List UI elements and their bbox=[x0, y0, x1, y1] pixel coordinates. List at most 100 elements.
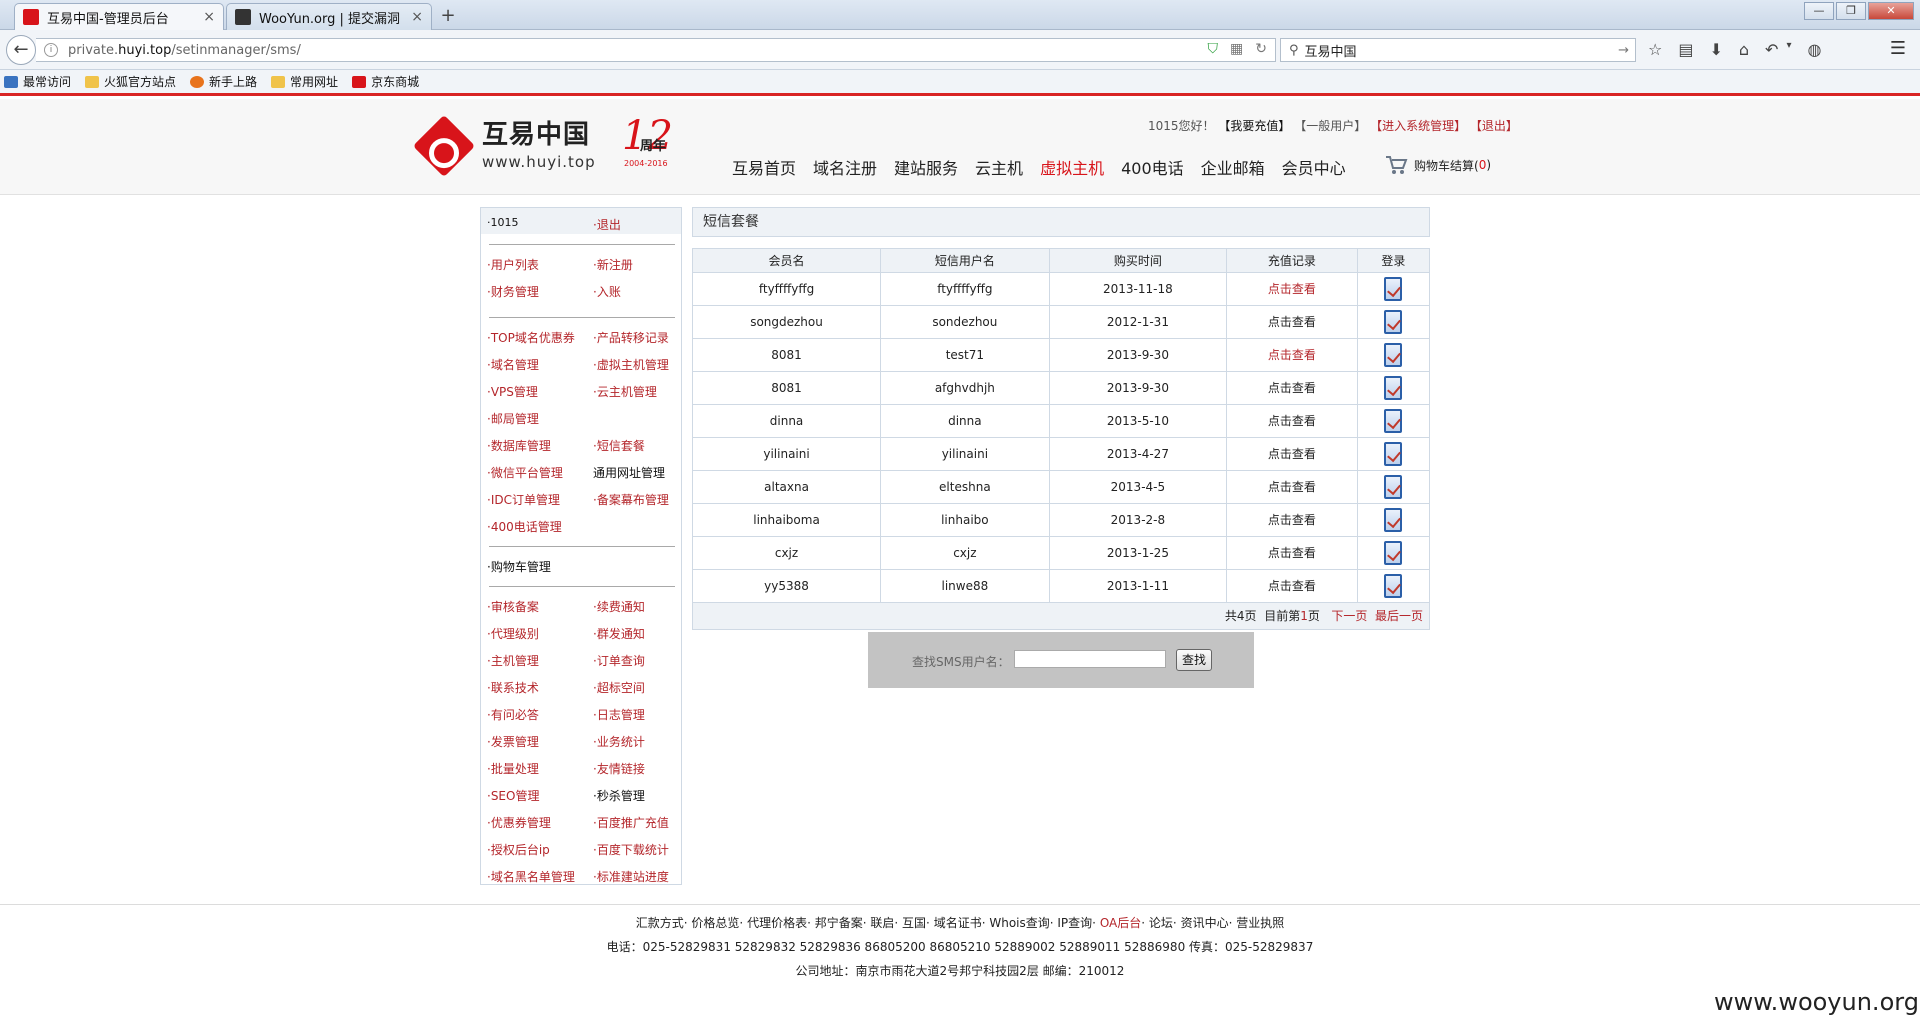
site-logo[interactable]: 互易中国 www.huyi.top bbox=[412, 114, 596, 177]
home-icon[interactable]: ⌂ bbox=[1739, 40, 1749, 59]
login-cell[interactable] bbox=[1357, 305, 1429, 339]
search-button[interactable]: 查找 bbox=[1176, 649, 1212, 671]
sidebar-item[interactable]: ·审核备案 bbox=[487, 598, 539, 615]
sidebar-item[interactable]: ·订单查询 bbox=[593, 652, 645, 669]
bookmark-item[interactable]: 京东商城 bbox=[352, 73, 419, 90]
record-link[interactable]: 点击查看 bbox=[1226, 305, 1358, 339]
sidebar-item[interactable]: ·超标空间 bbox=[593, 679, 645, 696]
close-tab-icon[interactable]: × bbox=[203, 9, 215, 25]
footer-link[interactable]: IP查询 bbox=[1057, 916, 1092, 930]
sidebar-item[interactable]: ·业务统计 bbox=[593, 733, 645, 750]
cart-link[interactable]: 购物车结算(0) bbox=[1384, 154, 1491, 176]
download-icon[interactable]: ⬇ bbox=[1709, 40, 1722, 59]
sidebar-item[interactable]: ·代理级别 bbox=[487, 625, 539, 642]
bookmark-item[interactable]: 最常访问 bbox=[4, 73, 71, 90]
sidebar-item[interactable]: ·续费通知 bbox=[593, 598, 645, 615]
sidebar-item[interactable]: ·主机管理 bbox=[487, 652, 539, 669]
menu-icon[interactable]: ☰ bbox=[1890, 38, 1906, 59]
dropdown-icon[interactable]: ▾ bbox=[1786, 40, 1791, 59]
login-cell[interactable] bbox=[1357, 371, 1429, 405]
login-cell[interactable] bbox=[1357, 437, 1429, 471]
login-cell[interactable] bbox=[1357, 569, 1429, 603]
search-go-icon[interactable]: → bbox=[1618, 43, 1629, 58]
nav-website[interactable]: 建站服务 bbox=[894, 155, 958, 179]
footer-link[interactable]: 互国 bbox=[902, 916, 926, 930]
user-type-link[interactable]: 【一般用户】 bbox=[1294, 119, 1366, 133]
footer-link[interactable]: 价格总览 bbox=[691, 916, 739, 930]
bookmark-item[interactable]: 火狐官方站点 bbox=[85, 73, 176, 90]
sms-username-input[interactable] bbox=[1014, 650, 1166, 668]
sidebar-item[interactable]: ·优惠券管理 bbox=[487, 814, 551, 831]
record-link[interactable]: 点击查看 bbox=[1226, 404, 1358, 438]
record-link[interactable]: 点击查看 bbox=[1226, 569, 1358, 603]
next-page-link[interactable]: 下一页 bbox=[1331, 609, 1367, 623]
sidebar-item[interactable]: ·发票管理 bbox=[487, 733, 539, 750]
sidebar-item[interactable]: ·SEO管理 bbox=[487, 787, 539, 804]
footer-link[interactable]: 联启 bbox=[870, 916, 894, 930]
tab-wooyun[interactable]: WooYun.org | 提交漏洞 × bbox=[226, 3, 432, 30]
bookmark-star-icon[interactable]: ☆ bbox=[1648, 40, 1662, 59]
enter-admin-link[interactable]: 【进入系统管理】 bbox=[1370, 119, 1466, 133]
sidebar-item[interactable]: ·批量处理 bbox=[487, 760, 539, 777]
globe-icon[interactable]: ◍ bbox=[1807, 40, 1821, 59]
record-link[interactable]: 点击查看 bbox=[1226, 272, 1358, 306]
record-link[interactable]: 点击查看 bbox=[1226, 536, 1358, 570]
sidebar-item[interactable]: ·有问必答 bbox=[487, 706, 539, 723]
record-link[interactable]: 点击查看 bbox=[1226, 503, 1358, 537]
sidebar-item[interactable]: ·标准建站进度 bbox=[593, 868, 669, 885]
bookmark-item[interactable]: 常用网址 bbox=[271, 73, 338, 90]
footer-link[interactable]: OA后台 bbox=[1100, 916, 1141, 930]
login-cell[interactable] bbox=[1357, 503, 1429, 537]
recharge-link[interactable]: 【我要充值】 bbox=[1218, 119, 1290, 133]
footer-link[interactable]: 资讯中心 bbox=[1181, 916, 1229, 930]
tab-admin[interactable]: 互易中国-管理员后台 × bbox=[14, 3, 224, 30]
shield-icon[interactable]: ⛉ bbox=[1208, 41, 1219, 57]
logout-link[interactable]: 【退出】 bbox=[1470, 119, 1518, 133]
footer-link[interactable]: 营业执照 bbox=[1236, 916, 1284, 930]
login-icon[interactable] bbox=[1384, 408, 1403, 433]
sidebar-item[interactable]: ·联系技术 bbox=[487, 679, 539, 696]
login-icon[interactable] bbox=[1384, 573, 1403, 598]
last-page-link[interactable]: 最后一页 bbox=[1375, 609, 1423, 623]
login-icon[interactable] bbox=[1384, 441, 1403, 466]
nav-member[interactable]: 会员中心 bbox=[1282, 155, 1346, 179]
login-icon[interactable] bbox=[1384, 474, 1403, 499]
nav-domain[interactable]: 域名注册 bbox=[813, 155, 877, 179]
login-cell[interactable] bbox=[1357, 272, 1429, 306]
footer-link[interactable]: 代理价格表 bbox=[747, 916, 807, 930]
login-icon[interactable] bbox=[1384, 342, 1403, 367]
sidebar-item[interactable]: ·域名黑名单管理 bbox=[487, 868, 575, 885]
sidebar-item[interactable]: ·友情链接 bbox=[593, 760, 645, 777]
site-info-icon[interactable]: i bbox=[44, 43, 58, 57]
reading-list-icon[interactable]: ▤ bbox=[1678, 40, 1693, 59]
nav-vhost[interactable]: 虚拟主机 bbox=[1040, 155, 1104, 179]
nav-cloud[interactable]: 云主机 bbox=[975, 155, 1023, 179]
close-window-button[interactable]: ✕ bbox=[1868, 2, 1914, 20]
search-bar[interactable]: ⚲ 互易中国 → bbox=[1280, 38, 1636, 62]
minimize-button[interactable]: — bbox=[1804, 2, 1834, 20]
sidebar-item[interactable]: ·日志管理 bbox=[593, 706, 645, 723]
close-tab-icon[interactable]: × bbox=[411, 9, 423, 25]
reload-icon[interactable]: ↻ bbox=[1255, 41, 1267, 57]
footer-link[interactable]: 邦宁备案 bbox=[815, 916, 863, 930]
footer-link[interactable]: 论坛 bbox=[1149, 916, 1173, 930]
qr-code-icon[interactable]: ▦ bbox=[1230, 41, 1243, 57]
history-back-icon[interactable]: ↶ bbox=[1765, 40, 1778, 59]
sidebar-item[interactable]: ·群发通知 bbox=[593, 625, 645, 642]
login-icon[interactable] bbox=[1384, 375, 1403, 400]
nav-mail[interactable]: 企业邮箱 bbox=[1201, 155, 1265, 179]
login-icon[interactable] bbox=[1384, 507, 1403, 532]
footer-link[interactable]: 汇款方式 bbox=[636, 916, 684, 930]
sidebar-item[interactable]: ·百度推广充值 bbox=[593, 814, 669, 831]
sidebar-item[interactable]: ·授权后台ip bbox=[487, 841, 550, 858]
login-cell[interactable] bbox=[1357, 536, 1429, 570]
record-link[interactable]: 点击查看 bbox=[1226, 338, 1358, 372]
record-link[interactable]: 点击查看 bbox=[1226, 371, 1358, 405]
login-cell[interactable] bbox=[1357, 470, 1429, 504]
login-icon[interactable] bbox=[1384, 540, 1403, 565]
bookmark-item[interactable]: 新手上路 bbox=[190, 73, 257, 90]
record-link[interactable]: 点击查看 bbox=[1226, 437, 1358, 471]
back-button[interactable]: ← bbox=[6, 35, 36, 65]
login-icon[interactable] bbox=[1384, 309, 1403, 334]
new-tab-button[interactable]: + bbox=[436, 5, 460, 26]
